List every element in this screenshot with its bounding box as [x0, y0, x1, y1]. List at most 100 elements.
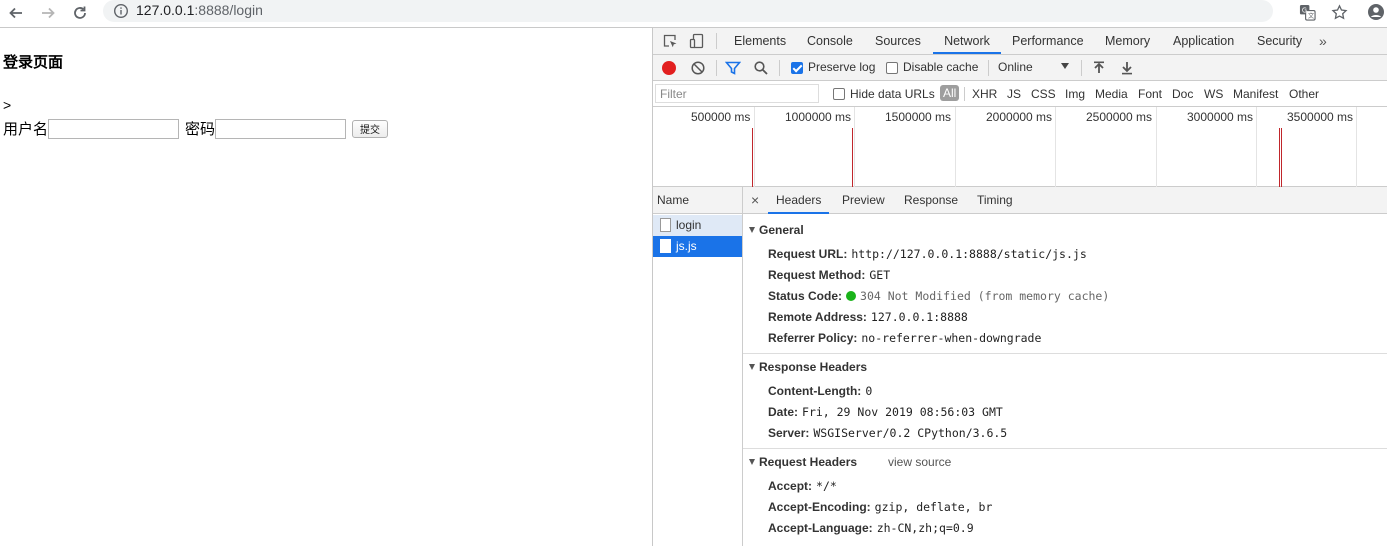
page-content: 登录页面 > 用户名 密码 提交 [0, 28, 652, 546]
hide-data-urls-checkbox[interactable] [833, 88, 845, 100]
document-file-icon [660, 218, 671, 232]
forward-icon[interactable] [36, 2, 60, 24]
timeline-label: 2000000 ms [986, 110, 1053, 124]
address-bar[interactable]: 127.0.0.1:8888/login [103, 0, 1273, 22]
load-event-marker [1279, 128, 1280, 187]
load-event-marker [852, 128, 853, 187]
details-tab-bar: × Headers Preview Response Timing [743, 187, 1387, 214]
triangle-down-icon [749, 227, 755, 233]
type-filter-xhr[interactable]: XHR [972, 87, 997, 101]
submit-button[interactable]: 提交 [352, 119, 389, 138]
type-filter-media[interactable]: Media [1095, 87, 1128, 101]
login-form: 用户名 密码 提交 [3, 118, 389, 139]
tab-security[interactable]: Security [1257, 28, 1302, 54]
tab-sources[interactable]: Sources [875, 28, 921, 54]
preserve-log-checkbox[interactable] [791, 62, 803, 74]
close-icon[interactable]: × [751, 192, 759, 208]
tab-elements[interactable]: Elements [734, 28, 786, 54]
export-har-icon[interactable] [1119, 60, 1135, 76]
timeline-label: 500000 ms [691, 110, 751, 124]
triangle-down-icon [749, 364, 755, 370]
page-title: 登录页面 [3, 53, 64, 71]
header-row: Accept: */* [768, 479, 837, 493]
tab-application[interactable]: Application [1173, 28, 1234, 54]
disable-cache-label: Disable cache [903, 60, 979, 74]
tab-memory[interactable]: Memory [1105, 28, 1150, 54]
inspect-element-icon[interactable] [662, 33, 678, 49]
request-list: Name login js.js [653, 187, 743, 546]
back-icon[interactable] [4, 2, 28, 24]
tab-timing[interactable]: Timing [977, 187, 1013, 214]
timeline-label: 3500000 ms [1287, 110, 1354, 124]
triangle-down-icon [749, 459, 755, 465]
timeline-label: 3000000 ms [1187, 110, 1254, 124]
clear-icon[interactable] [690, 60, 706, 76]
password-input[interactable] [215, 118, 347, 139]
tab-headers[interactable]: Headers [768, 187, 830, 214]
timeline-label: 1500000 ms [885, 110, 952, 124]
header-row: Content-Length: 0 [768, 384, 873, 398]
general-section-toggle[interactable]: General [749, 223, 804, 237]
script-file-icon [660, 239, 671, 253]
preserve-log-label: Preserve log [808, 60, 876, 74]
stray-text: > [3, 97, 12, 113]
svg-text:G: G [1301, 6, 1306, 14]
info-icon[interactable] [113, 3, 129, 19]
filter-input[interactable] [655, 84, 819, 103]
tab-performance[interactable]: Performance [1012, 28, 1084, 54]
type-filter-ws[interactable]: WS [1204, 87, 1223, 101]
header-row: Referrer Policy: no-referrer-when-downgra… [768, 331, 1042, 345]
url-text: 127.0.0.1:8888/login [136, 2, 263, 18]
reload-icon[interactable] [68, 2, 92, 24]
devtools-panel: Elements Console Sources Network Perform… [652, 28, 1387, 546]
translate-icon[interactable]: G文 [1298, 3, 1316, 21]
header-row: Server: WSGIServer/0.2 CPython/3.6.5 [768, 426, 1008, 440]
type-filter-font[interactable]: Font [1138, 87, 1162, 101]
type-filter-img[interactable]: Img [1065, 87, 1085, 101]
filter-funnel-icon[interactable] [725, 60, 741, 76]
type-filter-manifest[interactable]: Manifest [1233, 87, 1278, 101]
throttling-select[interactable]: Online [998, 60, 1033, 74]
header-row: Accept-Encoding: gzip, deflate, br [768, 500, 993, 514]
load-event-marker [752, 128, 753, 187]
header-row: Date: Fri, 29 Nov 2019 08:56:03 GMT [768, 405, 1003, 419]
profile-avatar-icon[interactable] [1367, 3, 1385, 21]
filter-bar: Hide data URLs All XHR JS CSS Img Media … [653, 81, 1387, 107]
svg-text:文: 文 [1307, 12, 1313, 20]
load-event-marker [1281, 128, 1282, 187]
network-toolbar: Preserve log Disable cache Online [653, 55, 1387, 81]
type-filter-doc[interactable]: Doc [1172, 87, 1193, 101]
type-filter-js[interactable]: JS [1007, 87, 1021, 101]
chevron-down-icon[interactable] [1061, 63, 1069, 69]
type-filter-other[interactable]: Other [1289, 87, 1319, 101]
tab-response[interactable]: Response [904, 187, 958, 214]
view-source-link[interactable]: view source [888, 455, 951, 469]
devtools-tab-bar: Elements Console Sources Network Perform… [653, 28, 1387, 55]
search-icon[interactable] [753, 60, 769, 76]
device-toolbar-icon[interactable] [689, 33, 705, 49]
response-headers-toggle[interactable]: Response Headers [749, 360, 867, 374]
import-har-icon[interactable] [1091, 60, 1107, 76]
tab-preview[interactable]: Preview [842, 187, 885, 214]
header-row: Status Code: 304 Not Modified (from memor… [768, 289, 1110, 303]
disable-cache-checkbox[interactable] [886, 62, 898, 74]
tab-network[interactable]: Network [933, 28, 1001, 54]
request-headers-toggle[interactable]: Request Headers [749, 455, 857, 469]
browser-toolbar: 127.0.0.1:8888/login G文 [0, 0, 1387, 28]
header-row: Accept-Language: zh-CN,zh;q=0.9 [768, 521, 974, 535]
username-input[interactable] [48, 118, 180, 139]
more-tabs-icon[interactable]: » [1319, 28, 1327, 54]
network-overview-timeline[interactable]: 500000 ms 1000000 ms 1500000 ms 2000000 … [653, 107, 1387, 187]
bookmark-star-icon[interactable] [1330, 3, 1348, 21]
record-icon[interactable] [662, 61, 676, 75]
request-row-login[interactable]: login [653, 215, 742, 236]
header-row: Remote Address: 127.0.0.1:8888 [768, 310, 968, 324]
name-column-header[interactable]: Name [653, 187, 742, 214]
tab-console[interactable]: Console [807, 28, 853, 54]
status-ok-icon [846, 291, 857, 301]
header-row: Request Method: GET [768, 268, 891, 282]
type-filter-all[interactable]: All [940, 85, 960, 101]
type-filter-css[interactable]: CSS [1031, 87, 1056, 101]
request-row-js[interactable]: js.js [653, 236, 742, 257]
request-details: × Headers Preview Response Timing Genera… [743, 187, 1387, 546]
